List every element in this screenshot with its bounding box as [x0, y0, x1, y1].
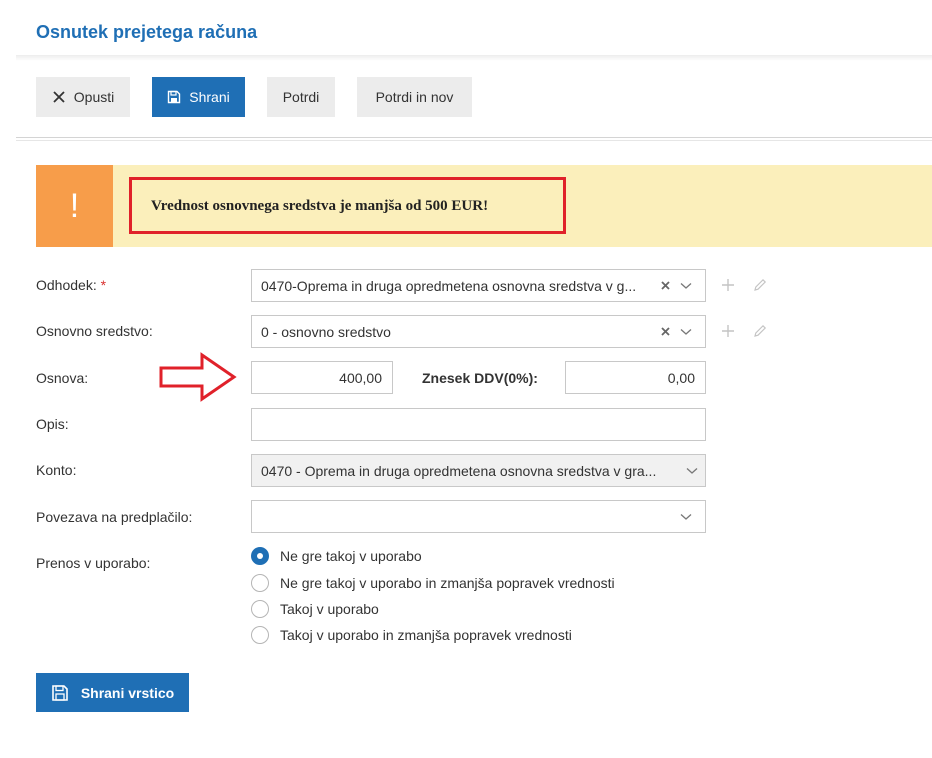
opis-input[interactable]: [251, 408, 706, 441]
radio-option[interactable]: Takoj v uporabo in zmanjša popravek vred…: [251, 625, 572, 645]
add-icon[interactable]: [720, 277, 736, 293]
chevron-down-icon[interactable]: [679, 325, 693, 339]
save-button[interactable]: Shrani: [152, 77, 245, 117]
osnovno-sredstvo-label: Osnovno sredstvo:: [36, 323, 153, 339]
radio-option-label: Ne gre takoj v uporabo: [280, 548, 422, 564]
chevron-down-icon[interactable]: [679, 279, 693, 293]
konto-select[interactable]: 0470 - Oprema in druga opredmetena osnov…: [251, 454, 706, 487]
znesek-ddv-input[interactable]: 0,00: [565, 361, 706, 394]
annotation-arrow-icon: [159, 352, 237, 402]
radio-button[interactable]: [251, 574, 269, 592]
chevron-down-icon[interactable]: [679, 510, 693, 524]
radio-option[interactable]: Ne gre takoj v uporabo in zmanjša poprav…: [251, 573, 615, 593]
povezava-label: Povezava na predplačilo:: [36, 509, 193, 525]
radio-button[interactable]: [251, 626, 269, 644]
floppy-disk-icon: [51, 684, 69, 702]
confirm-and-new-button[interactable]: Potrdi in nov: [357, 77, 472, 117]
odhodek-label: Odhodek: *: [36, 277, 107, 293]
radio-option[interactable]: Takoj v uporabo: [251, 599, 379, 619]
chevron-down-icon[interactable]: [685, 464, 699, 478]
radio-button[interactable]: [251, 600, 269, 618]
odhodek-select[interactable]: 0470-Oprema in druga opredmetena osnovna…: [251, 269, 706, 302]
znesek-ddv-value: 0,00: [667, 369, 695, 386]
floppy-disk-icon: [167, 90, 181, 104]
radio-button-selected[interactable]: [251, 547, 269, 565]
prenos-label: Prenos v uporabo:: [36, 555, 151, 571]
radio-option-label: Ne gre takoj v uporabo in zmanjša poprav…: [280, 575, 615, 591]
confirm-and-new-button-label: Potrdi in nov: [375, 89, 454, 105]
save-row-button[interactable]: Shrani vrstico: [36, 673, 189, 712]
konto-value: 0470 - Oprema in druga opredmetena osnov…: [261, 462, 657, 479]
alert-message: Vrednost osnovnega sredstva je manjša od…: [151, 198, 489, 214]
divider: [16, 137, 932, 141]
close-icon: [52, 90, 66, 104]
title-bar: Osnutek prejetega računa: [0, 0, 932, 55]
save-row-label: Shrani vrstico: [80, 684, 175, 701]
warning-alert: ! Vrednost osnovnega sredstva je manjša …: [36, 165, 932, 247]
clear-icon[interactable]: [659, 326, 671, 338]
konto-label: Konto:: [36, 462, 77, 478]
edit-pencil-icon[interactable]: [752, 323, 768, 339]
radio-option-label: Takoj v uporabo: [280, 601, 379, 617]
required-mark: *: [100, 277, 107, 293]
save-button-label: Shrani: [189, 89, 230, 105]
radio-option[interactable]: Ne gre takoj v uporabo: [251, 546, 422, 566]
osnovno-sredstvo-value: 0 - osnovno sredstvo: [261, 323, 391, 340]
cancel-button-label: Opusti: [73, 89, 115, 105]
odhodek-value: 0470-Oprema in druga opredmetena osnovna…: [261, 277, 637, 294]
confirm-button-label: Potrdi: [282, 89, 320, 105]
cancel-button[interactable]: Opusti: [36, 77, 130, 117]
page-title: Osnutek prejetega računa: [36, 22, 258, 42]
warning-icon: !: [36, 165, 113, 247]
add-icon[interactable]: [720, 323, 736, 339]
osnova-label: Osnova:: [36, 370, 89, 386]
osnovno-sredstvo-select[interactable]: 0 - osnovno sredstvo: [251, 315, 706, 348]
osnova-value: 400,00: [339, 369, 382, 386]
clear-icon[interactable]: [659, 280, 671, 292]
povezava-select[interactable]: [251, 500, 706, 533]
znesek-ddv-label: Znesek DDV(0%):: [422, 370, 538, 386]
confirm-button[interactable]: Potrdi: [267, 77, 335, 117]
radio-option-label: Takoj v uporabo in zmanjša popravek vred…: [280, 627, 572, 643]
title-shadow: [16, 55, 932, 61]
osnova-input[interactable]: 400,00: [251, 361, 393, 394]
opis-label: Opis:: [36, 416, 69, 432]
edit-pencil-icon[interactable]: [752, 277, 768, 293]
